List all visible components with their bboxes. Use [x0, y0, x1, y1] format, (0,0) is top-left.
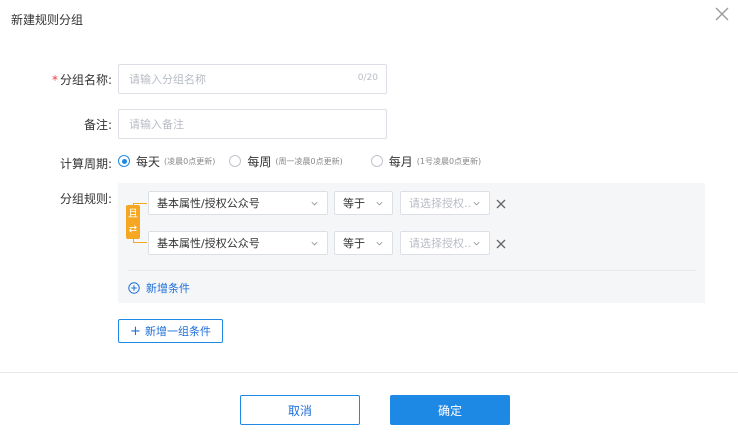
new-rule-group-dialog: 新建规则分组 *分组名称: 0/20 备注: 计算周期: 每天 (凌晨0点更新)… [0, 0, 738, 441]
condition-operator-value: 等于 [343, 237, 365, 250]
rules-panel: 且 ⇄ 基本属性/授权公众号 等于 请选择授权... 基本属性/授权公众号 等于… [118, 183, 705, 303]
add-condition-label: 新增条件 [146, 282, 190, 295]
radio-monthly-label: 每月 [388, 154, 413, 169]
group-name-field[interactable]: 0/20 [118, 64, 387, 94]
chevron-down-icon [473, 201, 480, 205]
remove-condition-icon[interactable] [496, 239, 506, 249]
cycle-label: 计算周期: [59, 157, 112, 171]
group-name-input[interactable] [119, 65, 386, 93]
cancel-button[interactable]: 取消 [240, 395, 360, 425]
radio-weekly-label: 每周 [247, 154, 272, 169]
rules-divider [128, 270, 696, 271]
radio-weekly-hint: (周一凌晨0点更新) [275, 156, 343, 166]
chevron-down-icon [376, 201, 383, 205]
radio-daily[interactable]: 每天 (凌晨0点更新) [118, 153, 215, 170]
condition-operator-select[interactable]: 等于 [334, 231, 393, 255]
footer-divider [0, 372, 738, 373]
close-icon[interactable] [715, 7, 729, 21]
radio-unchecked-icon[interactable] [370, 155, 383, 167]
radio-weekly[interactable]: 每周 (周一凌晨0点更新) [229, 153, 343, 170]
chevron-down-icon [311, 241, 318, 245]
condition-field-value: 基本属性/授权公众号 [157, 197, 260, 210]
condition-value-placeholder: 请选择授权... [409, 237, 472, 250]
add-condition-link[interactable]: 新增条件 [128, 280, 190, 296]
add-condition-group-label: 新增一组条件 [144, 325, 211, 338]
condition-operator-select[interactable]: 等于 [334, 191, 393, 215]
cycle-radio-group: 每天 (凌晨0点更新) 每周 (周一凌晨0点更新) 每月 (1号凌晨0点更新) [118, 152, 481, 170]
condition-operator-value: 等于 [343, 197, 365, 210]
remark-label: 备注: [83, 118, 112, 132]
condition-field-select[interactable]: 基本属性/授权公众号 [148, 191, 328, 215]
logic-and-label: 且 [128, 209, 138, 220]
confirm-button[interactable]: 确定 [390, 395, 510, 425]
plus-icon: + [130, 323, 141, 339]
required-mark: * [51, 73, 58, 87]
swap-icon: ⇄ [128, 224, 138, 235]
remark-input[interactable] [119, 110, 386, 138]
remark-field[interactable] [118, 109, 387, 139]
radio-checked-icon[interactable] [118, 155, 130, 167]
group-name-label: * 分组名称: [12, 71, 112, 88]
condition-value-placeholder: 请选择授权... [409, 197, 472, 210]
logic-and-toggle[interactable]: 且 ⇄ [126, 205, 140, 239]
add-condition-group-button[interactable]: + 新增一组条件 [118, 319, 223, 343]
group-name-label-text: 分组名称: [59, 73, 112, 87]
chevron-down-icon [311, 201, 318, 205]
remove-condition-icon[interactable] [496, 199, 506, 209]
condition-value-select[interactable]: 请选择授权... [400, 191, 490, 215]
condition-value-select[interactable]: 请选择授权... [400, 231, 490, 255]
radio-monthly[interactable]: 每月 (1号凌晨0点更新) [370, 153, 482, 170]
radio-monthly-hint: (1号凌晨0点更新) [416, 156, 482, 166]
condition-field-value: 基本属性/授权公众号 [157, 237, 260, 250]
dialog-title: 新建规则分组 [11, 13, 84, 27]
chevron-down-icon [376, 241, 383, 245]
char-counter: 0/20 [357, 73, 378, 83]
condition-field-select[interactable]: 基本属性/授权公众号 [148, 231, 328, 255]
radio-unchecked-icon[interactable] [229, 155, 242, 167]
radio-daily-label: 每天 [136, 154, 161, 169]
rules-label: 分组规则: [59, 192, 112, 206]
chevron-down-icon [473, 241, 480, 245]
plus-circle-icon [128, 282, 140, 294]
radio-daily-hint: (凌晨0点更新) [164, 156, 216, 166]
